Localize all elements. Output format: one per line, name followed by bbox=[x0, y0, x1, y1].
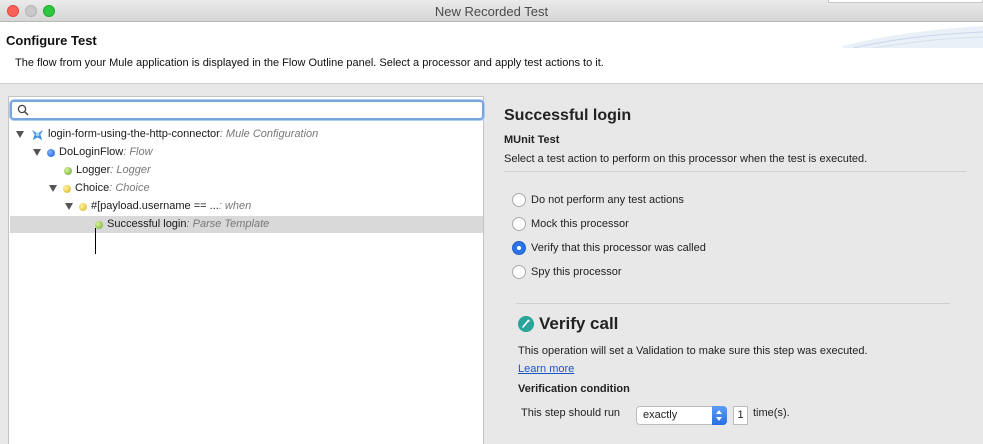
route-icon bbox=[79, 202, 87, 211]
tree-item-name: #[payload.username == ... bbox=[91, 200, 219, 212]
radio-no-action[interactable]: Do not perform any test actions bbox=[512, 193, 684, 207]
section-subtitle: MUnit Test bbox=[504, 134, 560, 146]
corner-box bbox=[828, 0, 983, 3]
processor-icon bbox=[95, 220, 103, 229]
tree-item-name: Choice bbox=[75, 182, 110, 194]
router-icon bbox=[63, 184, 71, 193]
learn-more-link[interactable]: Learn more bbox=[518, 363, 574, 375]
verification-condition-label: Verification condition bbox=[518, 383, 630, 395]
flow-icon bbox=[47, 148, 55, 157]
tree-item-when[interactable]: #[payload.username == ... : when bbox=[65, 198, 251, 215]
search-input[interactable] bbox=[32, 102, 472, 118]
run-count-field[interactable]: 1 bbox=[733, 406, 748, 425]
radio-verify[interactable]: Verify that this processor was called bbox=[512, 241, 706, 255]
mule-logo-icon bbox=[31, 129, 44, 141]
tree-item-logger[interactable]: Logger : Logger bbox=[64, 162, 151, 179]
radio-button-checked[interactable] bbox=[512, 241, 526, 255]
tree-item-name: DoLoginFlow bbox=[59, 146, 124, 158]
radio-button[interactable] bbox=[512, 217, 526, 231]
expand-triangle-icon[interactable] bbox=[49, 185, 57, 192]
radio-label: Do not perform any test actions bbox=[531, 194, 684, 206]
tree-item-type: : Flow bbox=[123, 146, 153, 158]
expand-triangle-icon[interactable] bbox=[16, 131, 24, 138]
tree-item-selected[interactable]: Successful login : Parse Template bbox=[10, 216, 483, 233]
tree-item-name: Logger bbox=[76, 164, 111, 176]
radio-button[interactable] bbox=[512, 265, 526, 279]
run-mode-value: exactly bbox=[643, 409, 678, 421]
page-description: The flow from your Mule application is d… bbox=[15, 57, 604, 69]
run-mode-select[interactable]: exactly bbox=[636, 406, 727, 425]
section-description: Select a test action to perform on this … bbox=[504, 153, 868, 165]
text-cursor bbox=[95, 228, 96, 254]
radio-label: Verify that this processor was called bbox=[531, 242, 706, 254]
tree-item-type: : when bbox=[218, 200, 252, 212]
expand-triangle-icon[interactable] bbox=[65, 203, 73, 210]
tree-item-flow[interactable]: DoLoginFlow : Flow bbox=[33, 144, 153, 161]
verify-description: This operation will set a Validation to … bbox=[518, 345, 868, 357]
tree-item-type: : Choice bbox=[109, 182, 150, 194]
radio-mock[interactable]: Mock this processor bbox=[512, 217, 629, 231]
verify-call-title: Verify call bbox=[539, 314, 619, 333]
radio-label: Mock this processor bbox=[531, 218, 629, 230]
verify-call-heading: Verify call bbox=[518, 314, 618, 334]
tree-item-config[interactable]: login-form-using-the-http-connector : Mu… bbox=[16, 126, 318, 143]
window-title: New Recorded Test bbox=[434, 4, 549, 19]
banner-decoration bbox=[843, 26, 983, 48]
processor-icon bbox=[64, 166, 72, 175]
tree-item-type: : Parse Template bbox=[186, 218, 270, 230]
radio-spy[interactable]: Spy this processor bbox=[512, 265, 621, 279]
run-count-unit: time(s). bbox=[753, 407, 790, 419]
verify-call-icon bbox=[518, 316, 534, 332]
tree-item-choice[interactable]: Choice : Choice bbox=[49, 180, 150, 197]
select-stepper-icon[interactable] bbox=[712, 406, 727, 425]
search-icon bbox=[17, 104, 29, 116]
tree-item-name: Successful login bbox=[107, 218, 187, 230]
configure-header: Configure Test The flow from your Mule a… bbox=[0, 22, 983, 84]
processor-details-panel: Successful login MUnit Test Select a tes… bbox=[491, 96, 983, 444]
window-titlebar: New Recorded Test bbox=[0, 0, 983, 22]
tree-item-name: login-form-using-the-http-connector bbox=[48, 128, 220, 140]
tree-item-type: : Logger bbox=[110, 164, 151, 176]
search-box[interactable] bbox=[10, 100, 484, 120]
divider bbox=[504, 171, 966, 172]
radio-button[interactable] bbox=[512, 193, 526, 207]
radio-label: Spy this processor bbox=[531, 266, 622, 278]
tree-item-type: : Mule Configuration bbox=[219, 128, 319, 140]
run-label: This step should run bbox=[521, 407, 621, 419]
expand-triangle-icon[interactable] bbox=[33, 149, 41, 156]
flow-outline-panel: login-form-using-the-http-connector : Mu… bbox=[8, 96, 484, 444]
processor-title: Successful login bbox=[504, 107, 632, 124]
page-title: Configure Test bbox=[6, 33, 97, 48]
divider bbox=[516, 303, 950, 304]
